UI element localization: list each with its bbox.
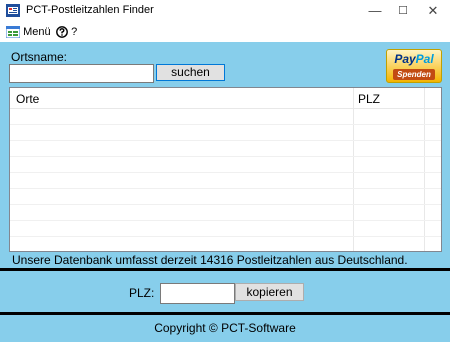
- search-panel: Ortsname: suchen PayPal Spenden Orte PLZ…: [0, 42, 450, 268]
- help-icon: [56, 26, 68, 38]
- plz-input[interactable]: [160, 283, 235, 304]
- footer: Copyright © PCT-Software: [0, 315, 450, 342]
- row-gridline: [10, 156, 441, 157]
- column-header-plz[interactable]: PLZ: [358, 92, 380, 106]
- window-title: PCT-Postleitzahlen Finder: [26, 4, 154, 16]
- help-label: ?: [71, 26, 78, 38]
- row-gridline: [10, 236, 441, 237]
- copyright-text: Copyright © PCT-Software: [154, 321, 296, 335]
- menu-bar: Menü ?: [0, 22, 450, 42]
- search-button[interactable]: suchen: [156, 64, 225, 81]
- column-header-orte[interactable]: Orte: [16, 92, 39, 106]
- paypal-logo: PayPal: [394, 52, 434, 66]
- menu-label: Menü: [23, 26, 51, 38]
- row-gridline: [10, 220, 441, 221]
- results-list[interactable]: Orte PLZ: [9, 87, 442, 252]
- row-gridline: [10, 172, 441, 173]
- paypal-donate-button[interactable]: PayPal Spenden: [386, 49, 442, 83]
- title-bar: PCT-Postleitzahlen Finder — ☐ ✕: [0, 0, 450, 22]
- menu-grid-icon: [6, 26, 20, 39]
- close-button[interactable]: ✕: [418, 0, 448, 22]
- ortsname-label: Ortsname:: [11, 50, 68, 64]
- menu-item-menu[interactable]: Menü: [6, 24, 51, 40]
- row-gridline: [10, 188, 441, 189]
- column-divider: [424, 88, 425, 251]
- row-gridline: [10, 204, 441, 205]
- paypal-spenden-label: Spenden: [393, 69, 435, 80]
- column-divider: [353, 88, 354, 251]
- row-gridline: [10, 124, 441, 125]
- menu-item-help[interactable]: ?: [56, 24, 77, 40]
- row-gridline: [10, 140, 441, 141]
- maximize-button[interactable]: ☐: [388, 0, 418, 22]
- plz-panel: PLZ: kopieren: [0, 271, 450, 312]
- ortsname-input[interactable]: [9, 64, 154, 83]
- copy-button[interactable]: kopieren: [235, 283, 304, 301]
- app-icon: [6, 4, 20, 17]
- database-info-text: Unsere Datenbank umfasst derzeit 14316 P…: [12, 253, 408, 267]
- plz-label: PLZ:: [129, 286, 155, 300]
- minimize-button[interactable]: —: [360, 0, 390, 22]
- list-header: Orte PLZ: [10, 88, 441, 109]
